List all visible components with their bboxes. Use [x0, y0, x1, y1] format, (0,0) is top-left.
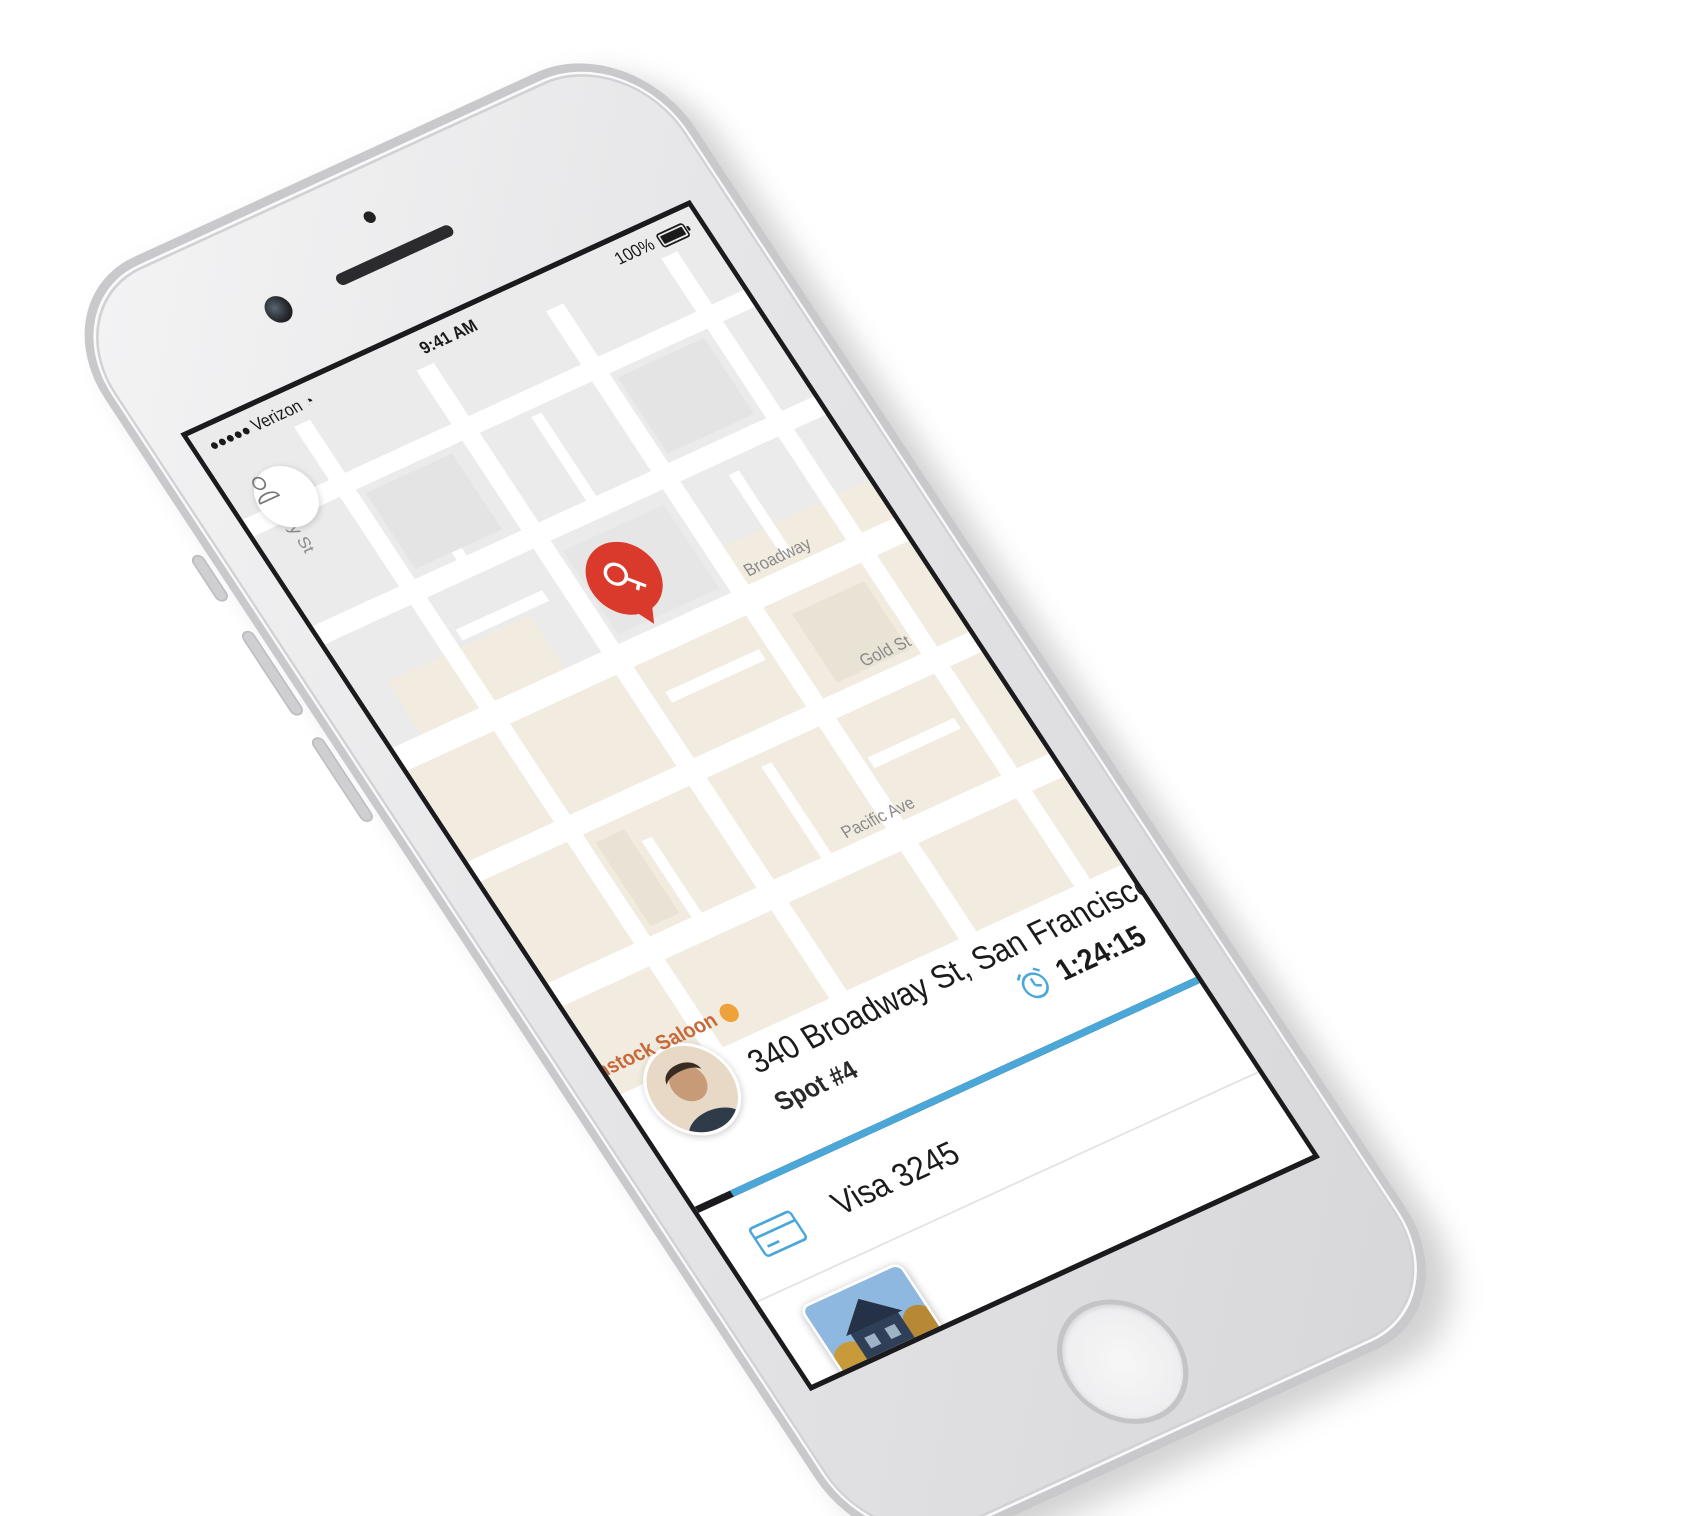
- phone: Verizon ◔ 9:41 AM 100% Kearny St Broadwa…: [40, 29, 1497, 1516]
- battery-icon: [654, 221, 692, 249]
- credit-card-icon: [748, 1210, 808, 1257]
- battery-level: [659, 226, 687, 244]
- payment-label: Visa 3245: [824, 1135, 967, 1223]
- scene: Verizon ◔ 9:41 AM 100% Kearny St Broadwa…: [0, 0, 1708, 1516]
- alarm-clock-icon: [1016, 967, 1049, 999]
